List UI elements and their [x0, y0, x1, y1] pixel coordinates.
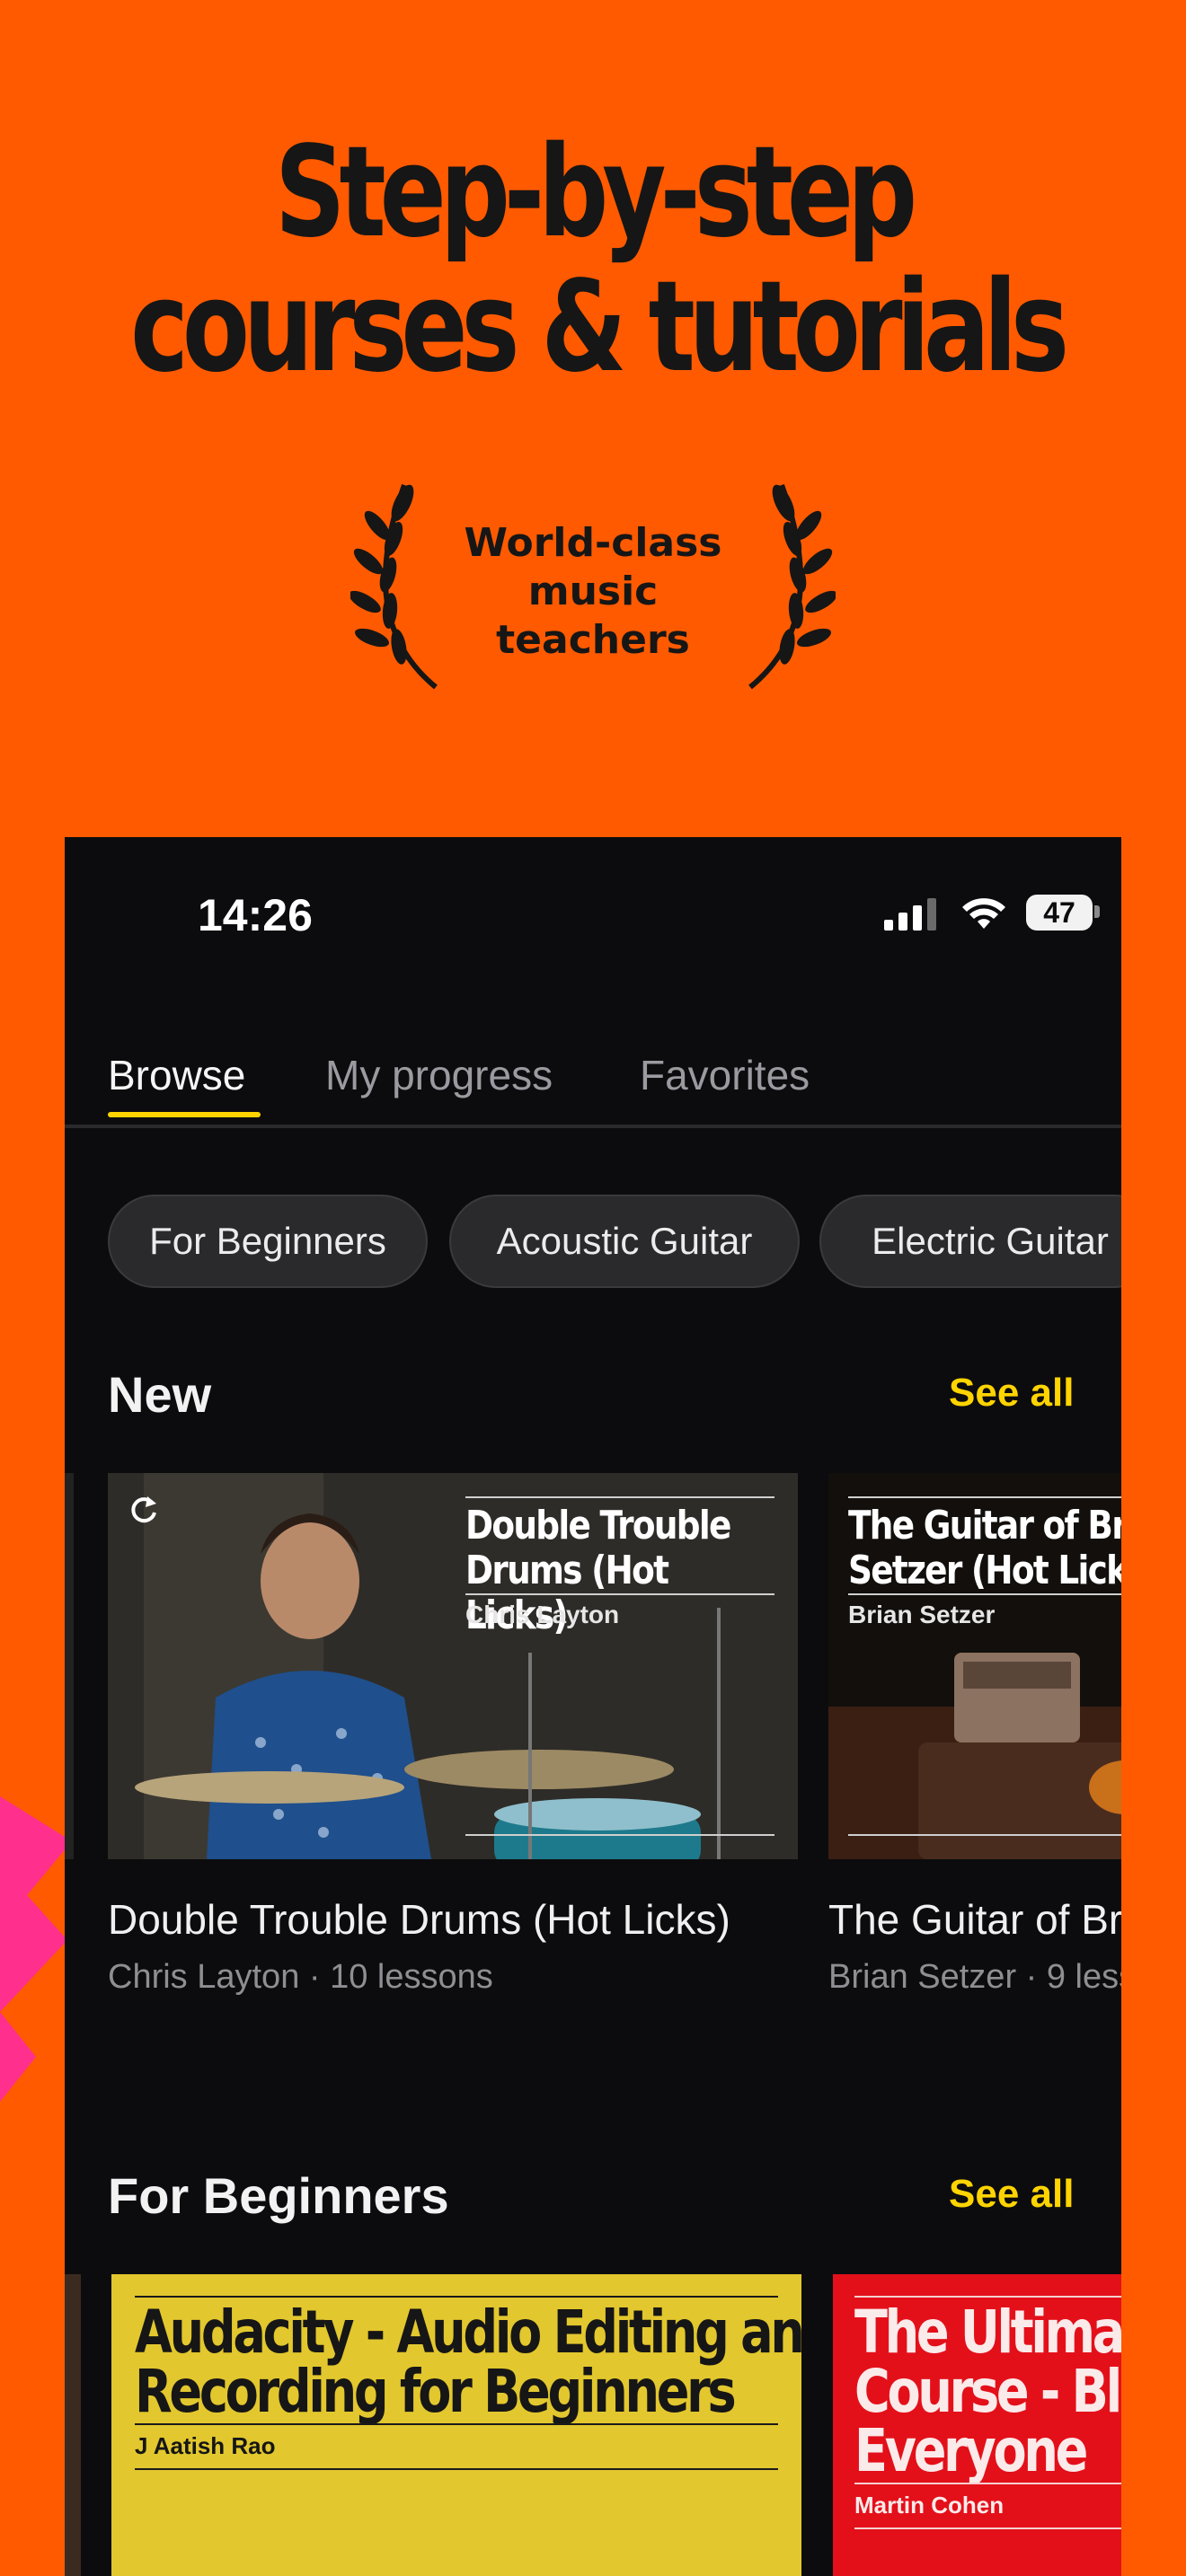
course-subtitle: Chris Layton · 10 lessons [108, 1958, 493, 1996]
overlay-rule-mid [465, 1593, 774, 1595]
cover-title: The Ultimate Course - Blues Everyone [854, 2303, 1121, 2481]
tab-favorites[interactable]: Favorites [640, 1051, 810, 1099]
course-thumbnail: The Guitar of Brian Setzer (Hot Licks) B… [828, 1473, 1121, 1859]
overlay-rule-top [848, 1496, 1121, 1498]
hero-headline: Step-by-step courses & tutorials [130, 119, 1069, 401]
section-title-for-beginners: For Beginners [108, 2167, 449, 2224]
status-icons: 47 [819, 893, 1107, 938]
cover-rule-bottom [135, 2468, 778, 2470]
laurel-left-icon [350, 483, 438, 690]
see-all-beginners-link[interactable]: See all [949, 2172, 1074, 2217]
overlay-title: The Guitar of Brian Setzer (Hot Licks) [848, 1504, 1121, 1593]
previous-card-peek [65, 2274, 81, 2576]
course-title: Double Trouble Drums (Hot Licks) [108, 1896, 730, 1943]
see-all-new-link[interactable]: See all [949, 1371, 1074, 1416]
overlay-rule-bottom [465, 1834, 774, 1836]
cover-rule-mid [854, 2483, 1121, 2484]
cover-title-line-1: The Ultimate [854, 2298, 1121, 2367]
laurel-right-icon [748, 483, 836, 690]
section-title-new: New [108, 1366, 212, 1423]
course-card-ultimate-blues[interactable]: The Ultimate Course - Blues Everyone Mar… [833, 2274, 1121, 2576]
course-card-double-trouble[interactable]: Double Trouble Drums (Hot Licks) Chris L… [108, 1473, 798, 2030]
refresh-icon [131, 1496, 156, 1523]
overlay-author: Brian Setzer [848, 1601, 996, 1628]
phone-screen: 14:26 47 Browse My progress Favorites Fo… [65, 837, 1121, 2576]
wifi-icon [962, 898, 1005, 929]
cover-title-line-3: Everyone [854, 2416, 1088, 2485]
course-card-brian-setzer[interactable]: The Guitar of Brian Setzer (Hot Licks) B… [828, 1473, 1121, 2030]
course-subtitle: Brian Setzer · 9 lessons [828, 1958, 1121, 1996]
course-title: The Guitar of Brian Setzer (Hot Licks) [828, 1896, 1121, 1943]
chip-electric-guitar[interactable]: Electric Guitar [819, 1195, 1121, 1288]
headline-line-2: courses & tutorials [130, 254, 1069, 401]
cover-rule-bottom [854, 2527, 1121, 2529]
cover-title: Audacity - Audio Editing and Recording f… [135, 2303, 801, 2422]
cover-rule-mid [135, 2423, 778, 2425]
headline-line-1: Step-by-step [274, 119, 917, 266]
tab-active-indicator [108, 1112, 261, 1117]
cover-author: Martin Cohen [854, 2492, 1005, 2519]
cover-title-line-2: Recording for Beginners [135, 2357, 737, 2426]
overlay-title-line-1: The Guitar of Brian [848, 1503, 1121, 1548]
cover-title-line-1: Audacity - Audio Editing and [135, 2298, 801, 2367]
previous-card-peek [65, 1473, 74, 1859]
tab-browse[interactable]: Browse [108, 1051, 245, 1099]
cover-author: J Aatish Rao [135, 2432, 276, 2459]
filter-chips: For Beginners Acoustic Guitar Electric G… [108, 1195, 1121, 1293]
award-text: World-class music teachers [464, 520, 722, 663]
cellular-signal-icon [884, 898, 936, 931]
overlay-title-line-2: Setzer (Hot Licks) [848, 1548, 1121, 1593]
decorative-burst [0, 1796, 72, 2102]
course-thumbnail: Double Trouble Drums (Hot Licks) Chris L… [108, 1473, 798, 1859]
battery-icon: 47 [1026, 895, 1093, 931]
course-card-audacity[interactable]: Audacity - Audio Editing and Recording f… [111, 2274, 801, 2576]
battery-cap [1094, 905, 1100, 918]
overlay-title-line-1: Double Trouble [465, 1503, 731, 1548]
status-bar: 14:26 47 [65, 837, 1121, 940]
chip-acoustic-guitar[interactable]: Acoustic Guitar [449, 1195, 800, 1288]
chip-for-beginners[interactable]: For Beginners [108, 1195, 428, 1288]
status-time: 14:26 [198, 890, 313, 940]
overlay-rule-bottom [848, 1834, 1121, 1836]
overlay-rule-mid [848, 1593, 1121, 1595]
award-badge: World-class music teachers [350, 476, 836, 692]
tab-my-progress[interactable]: My progress [325, 1051, 553, 1099]
overlay-rule-top [465, 1496, 774, 1498]
cover-title-line-2: Course - Blues [854, 2357, 1121, 2426]
overlay-author: Chris Layton [465, 1601, 620, 1628]
